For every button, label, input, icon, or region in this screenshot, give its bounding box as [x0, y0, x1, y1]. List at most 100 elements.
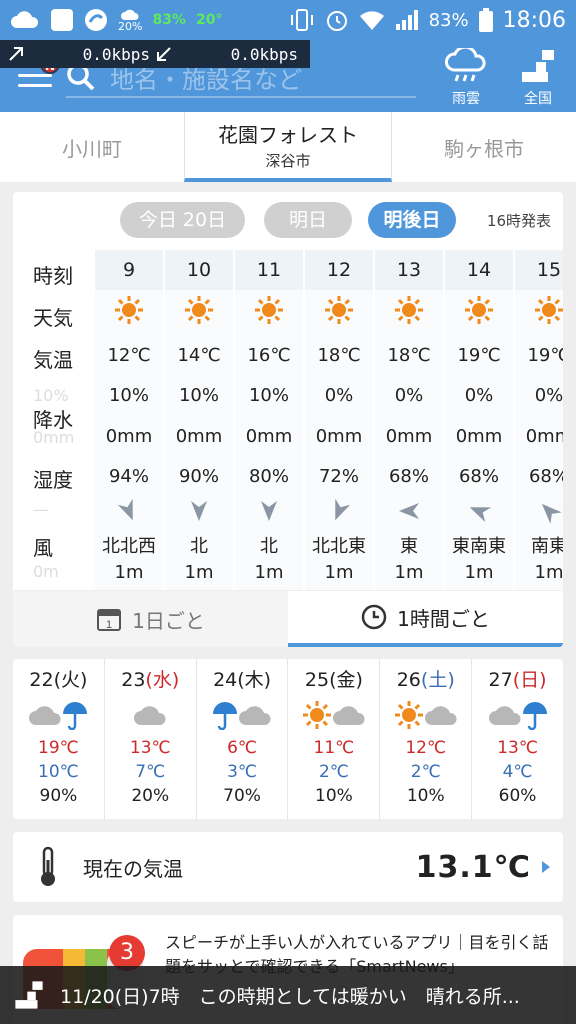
- net-speed-overlay: 0.0kbps 0.0kbps: [0, 40, 310, 68]
- weekly-weather-icon: [197, 692, 288, 738]
- wind-arrow-icon: [261, 501, 277, 521]
- pop-cell: 10%: [108, 385, 149, 406]
- pop-cell: 10%: [178, 385, 219, 406]
- cloud-icon: [11, 11, 39, 28]
- temp-cell: 16℃: [247, 345, 291, 366]
- vibrate-icon: [290, 9, 313, 31]
- weekly-low: 4℃: [502, 762, 533, 782]
- wind-speed-cell: 1m: [394, 562, 424, 583]
- weekly-weather-icon: [105, 692, 196, 738]
- national-button[interactable]: 全国: [508, 48, 568, 108]
- hour-column: 9 12℃ 10% 0mm 94% 北北西 1m: [95, 250, 163, 590]
- clock: 18:06: [502, 7, 566, 33]
- current-temperature-row[interactable]: 現在の気温 13.1℃: [13, 832, 563, 902]
- battery-percent: 83%: [428, 9, 469, 31]
- wind-arrow-cell: [95, 498, 163, 527]
- sun-icon: [325, 296, 353, 324]
- news-ticker[interactable]: 11/20(日)7時 この時期としては暖かい 晴れる所...: [0, 966, 576, 1024]
- weather-mini: 20%: [118, 9, 142, 32]
- weekly-high: 6℃: [227, 738, 258, 758]
- weekly-weather-icon: [472, 692, 563, 738]
- weekly-day[interactable]: 25(金) 11℃ 2℃ 10%: [288, 659, 381, 819]
- sun-icon: [255, 296, 283, 324]
- town-tabs: 小川町 花園フォレスト 深谷市 駒ヶ根市: [0, 112, 576, 182]
- alarm-icon: [326, 11, 347, 31]
- hour-column: 14 19℃ 0% 0mm 68% 東南東 1m: [445, 250, 513, 590]
- wind-dir-cell: 東南東: [452, 536, 506, 557]
- weekly-weather-icon: [13, 692, 104, 738]
- weekly-day-number: 23: [121, 669, 146, 691]
- wind-dir-cell: 東: [400, 536, 418, 557]
- swirl-icon: [85, 9, 107, 31]
- wind-arrow-icon: [335, 498, 351, 521]
- view-tab-hourly-label: 1時間ごと: [397, 606, 490, 631]
- humidity-cell: 80%: [248, 466, 289, 487]
- calendar-icon-number: 1: [106, 619, 112, 631]
- sun-icon: [394, 701, 423, 729]
- weekly-high: 11℃: [313, 738, 355, 758]
- clock-icon: [361, 604, 387, 630]
- day-tab-tomorrow[interactable]: 明日: [264, 202, 352, 238]
- mm-cell: 0mm: [315, 426, 363, 447]
- mm-cell: 0mm: [245, 426, 293, 447]
- forecast-grid: 時刻 天気 気温 10% 降水 0mm 湿度 — 風 0m 9 12℃ 10% 0mm…: [13, 250, 563, 590]
- view-tab-daily[interactable]: 1 1日ごと: [13, 591, 288, 647]
- day-tab-today[interactable]: 今日 20日: [120, 202, 245, 238]
- weekly-weekday: (土): [420, 669, 455, 691]
- weekly-date: 26(土): [380, 665, 471, 692]
- weekly-weekday: (火): [53, 669, 88, 691]
- weekly-date: 23(水): [105, 665, 196, 692]
- sun-icon: [115, 296, 143, 324]
- weekly-day[interactable]: 23(水) 13℃ 7℃ 20%: [105, 659, 197, 819]
- row-label-hour: 時刻: [33, 264, 73, 288]
- green-indicator-b: 20°: [195, 12, 223, 28]
- wind-dir-cell: 北: [260, 536, 278, 557]
- wind-arrow-cell: [235, 500, 303, 527]
- umbrella-icon: [63, 702, 88, 730]
- weather-cell: [375, 295, 443, 330]
- rain-cloud-button[interactable]: 雨雲: [436, 45, 496, 108]
- weekly-date: 24(木): [197, 665, 288, 692]
- cloud-icon: [332, 706, 365, 725]
- town-tab-prev[interactable]: 小川町: [0, 112, 184, 182]
- hour-cell: 15: [515, 250, 563, 290]
- wind-dir-cell: 北北西: [102, 536, 156, 557]
- weekly-day-number: 25: [304, 669, 330, 691]
- weekly-day[interactable]: 22(火) 19℃ 10℃ 90%: [13, 659, 105, 819]
- mm-cell: 0mm: [455, 426, 503, 447]
- temp-small: 20%: [118, 19, 143, 33]
- hour-cell: 14: [445, 250, 513, 290]
- pop-cell: 10%: [248, 385, 289, 406]
- hour-cell: 11: [235, 250, 303, 290]
- weekly-day[interactable]: 24(木) 6℃ 3℃ 70%: [197, 659, 289, 819]
- town-current-sub: 深谷市: [265, 152, 311, 170]
- town-tab-next[interactable]: 駒ヶ根市: [392, 112, 576, 182]
- weekly-day[interactable]: 26(土) 12℃ 2℃ 10%: [380, 659, 473, 819]
- temp-cell: 19℃: [527, 345, 563, 366]
- thermometer-icon: [41, 846, 55, 886]
- wind-arrow-cell: [515, 500, 563, 527]
- day-tabs: 今日 20日 明日 明後日 16時発表: [13, 202, 563, 240]
- weekly-pop: 90%: [39, 786, 78, 806]
- weekly-weekday: (木): [237, 669, 272, 691]
- row-label-weather: 天気: [33, 306, 73, 330]
- wind-arrow-cell: [165, 500, 233, 527]
- weekly-pop: 20%: [131, 786, 170, 806]
- weekly-weather-icon: [288, 692, 379, 738]
- weekly-weekday: (金): [329, 669, 363, 691]
- day-tab-day-after[interactable]: 明後日: [368, 202, 456, 238]
- weekly-low: 2℃: [410, 762, 441, 782]
- town-current-label: 花園フォレスト: [218, 123, 358, 147]
- town-prev-label: 小川町: [62, 136, 122, 161]
- weekly-day-number: 26: [396, 669, 421, 691]
- wind-arrow-cell: [375, 500, 443, 527]
- view-tab-hourly[interactable]: 1時間ごと: [288, 591, 563, 647]
- row-label-temp: 気温: [33, 348, 73, 372]
- weekly-day[interactable]: 27(日) 13℃ 4℃ 60%: [472, 659, 563, 819]
- town-tab-current[interactable]: 花園フォレスト 深谷市: [184, 112, 392, 182]
- download-speed: 0.0kbps: [230, 44, 298, 64]
- weekly-high: 12℃: [405, 738, 447, 758]
- humidity-cell: 90%: [178, 466, 219, 487]
- umbrella-icon: [522, 702, 547, 730]
- weekly-forecast[interactable]: 22(火) 19℃ 10℃ 90% 23(水) 13℃ 7℃ 20% 24(木) 6℃ 3℃ 70% 2…: [13, 659, 563, 819]
